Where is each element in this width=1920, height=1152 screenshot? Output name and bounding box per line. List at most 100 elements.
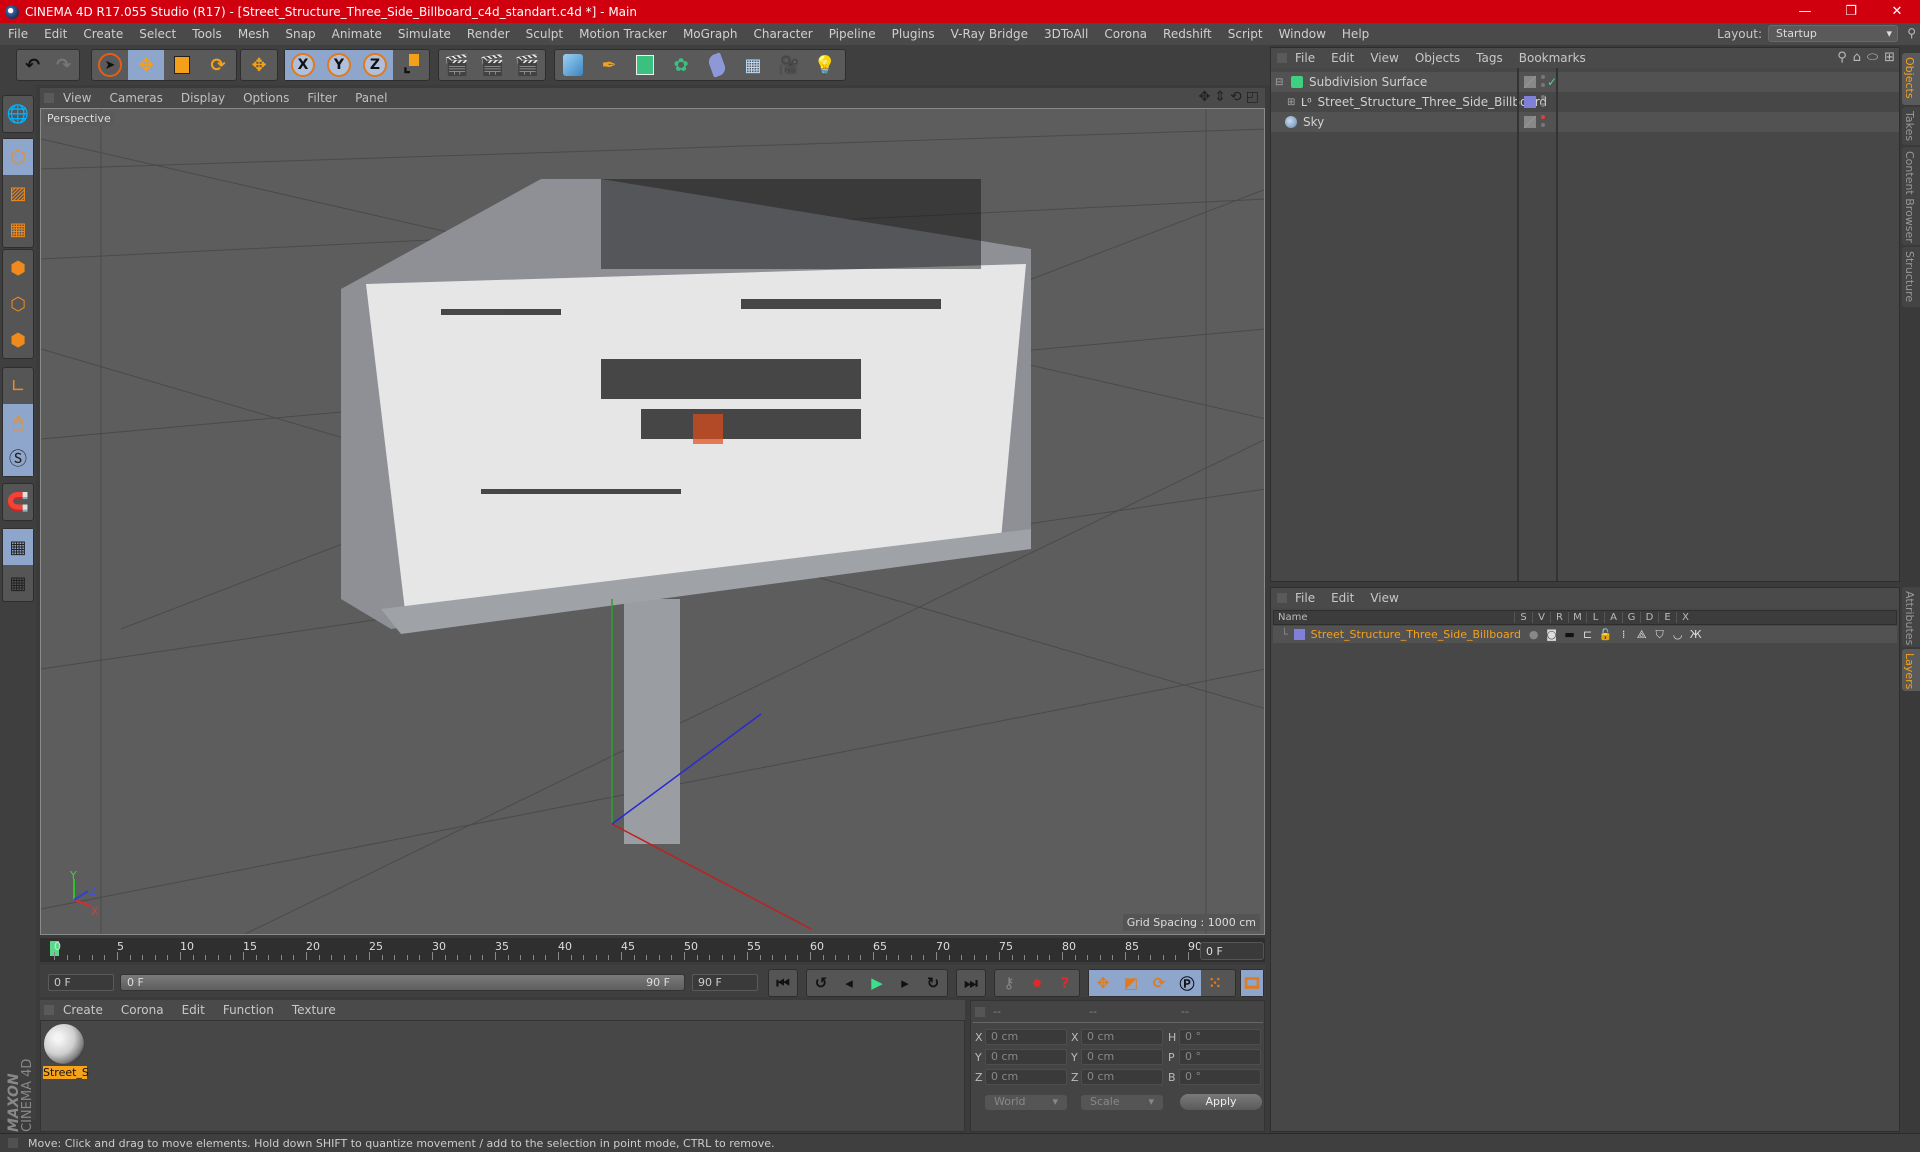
viewport-menu-display[interactable]: Display bbox=[172, 91, 234, 105]
motion-record-icon[interactable]: ⚷ bbox=[995, 970, 1023, 996]
filter-icon[interactable]: ⬭ bbox=[1867, 50, 1878, 65]
key-pla-icon[interactable]: ⁙ bbox=[1201, 970, 1229, 996]
close-button[interactable]: ✕ bbox=[1874, 4, 1920, 19]
magnet-icon[interactable]: 🧲 bbox=[3, 484, 33, 520]
previous-frame-icon[interactable]: ◂ bbox=[835, 970, 863, 996]
size-y-field[interactable]: 0 cm bbox=[1081, 1049, 1163, 1065]
viewport-menu-cameras[interactable]: Cameras bbox=[100, 91, 171, 105]
panel-grip-icon[interactable] bbox=[44, 1005, 54, 1015]
frame-range-slider[interactable]: 0 F 90 F bbox=[120, 974, 685, 991]
rotate-icon[interactable]: ⟳ bbox=[200, 50, 236, 80]
world-coordinate-icon[interactable]: ⌞ bbox=[393, 50, 429, 80]
layer-color-swatch[interactable] bbox=[1524, 96, 1536, 108]
display-tag-icon[interactable] bbox=[1524, 76, 1536, 88]
editor-visibility-dot[interactable] bbox=[1541, 95, 1545, 99]
menu-motion-tracker[interactable]: Motion Tracker bbox=[571, 27, 675, 41]
expressions-toggle-icon[interactable]: ◡ bbox=[1669, 628, 1687, 641]
objects-menu-tags[interactable]: Tags bbox=[1468, 51, 1511, 65]
move-icon[interactable]: ✥ bbox=[128, 50, 164, 80]
object-row-sky[interactable]: Sky bbox=[1271, 112, 1899, 132]
material-menu-corona[interactable]: Corona bbox=[112, 1003, 173, 1017]
light-icon[interactable]: 💡 bbox=[807, 50, 843, 80]
tweak-mode-icon[interactable]: 🖱 bbox=[3, 404, 33, 440]
pen-spline-icon[interactable]: ✒ bbox=[591, 50, 627, 80]
menu-edit[interactable]: Edit bbox=[36, 27, 75, 41]
orbit-view-icon[interactable]: ⟲ bbox=[1230, 89, 1242, 105]
goto-start-icon[interactable]: ⏮ bbox=[769, 970, 797, 996]
play-forward-icon[interactable]: ▶ bbox=[863, 970, 891, 996]
restore-button[interactable]: ❐ bbox=[1828, 4, 1874, 19]
material-menu-create[interactable]: Create bbox=[54, 1003, 112, 1017]
coordinate-mode-dropdown[interactable]: World ▾ bbox=[985, 1095, 1067, 1110]
size-x-field[interactable]: 0 cm bbox=[1081, 1029, 1163, 1045]
axis-mode-icon[interactable]: ∟ bbox=[3, 368, 33, 404]
menu-window[interactable]: Window bbox=[1271, 27, 1334, 41]
column-manager[interactable]: M bbox=[1568, 612, 1586, 623]
menu-tools[interactable]: Tools bbox=[184, 27, 230, 41]
position-z-field[interactable]: 0 cm bbox=[985, 1069, 1067, 1085]
tab-attributes[interactable]: Attributes bbox=[1902, 587, 1920, 647]
rotation-p-field[interactable]: 0 ° bbox=[1179, 1049, 1261, 1065]
column-locked[interactable]: L bbox=[1586, 612, 1604, 623]
polygons-mode-icon[interactable]: ⬢ bbox=[3, 322, 33, 358]
panel-grip-icon[interactable] bbox=[975, 1007, 985, 1017]
z-axis-lock-icon[interactable]: Z bbox=[357, 50, 393, 80]
make-editable-icon[interactable]: 🌐 bbox=[3, 96, 33, 132]
material-swatch[interactable]: Street_S bbox=[43, 1023, 89, 1081]
timeline-window-icon[interactable]: 🎞 bbox=[1241, 970, 1263, 996]
menu-mesh[interactable]: Mesh bbox=[230, 27, 278, 41]
apply-button[interactable]: Apply bbox=[1180, 1094, 1262, 1110]
manager-toggle-icon[interactable]: ⊏ bbox=[1579, 628, 1597, 641]
key-rotation-icon[interactable]: ⟳ bbox=[1145, 970, 1173, 996]
column-render[interactable]: R bbox=[1550, 612, 1568, 623]
menu-3dtoall[interactable]: 3DToAll bbox=[1036, 27, 1096, 41]
pan-view-icon[interactable]: ✥ bbox=[1199, 89, 1211, 105]
model-mode-icon[interactable]: ⬡ bbox=[3, 139, 33, 175]
menu-snap[interactable]: Snap bbox=[277, 27, 323, 41]
select-pointer-icon[interactable]: ➤ bbox=[92, 50, 128, 80]
search-icon[interactable]: ⚲ bbox=[1907, 26, 1916, 40]
column-divider[interactable] bbox=[1556, 68, 1558, 581]
menu-vray-bridge[interactable]: V-Ray Bridge bbox=[943, 27, 1036, 41]
end-frame-field[interactable]: 90 F bbox=[692, 974, 758, 991]
autokeying-icon[interactable]: ? bbox=[1051, 970, 1079, 996]
live-selection-icon[interactable]: ✥ bbox=[241, 50, 277, 80]
objects-menu-file[interactable]: File bbox=[1287, 51, 1323, 65]
maximize-view-icon[interactable]: ◰ bbox=[1246, 89, 1259, 105]
render-toggle-icon[interactable]: ▬ bbox=[1561, 628, 1579, 641]
viewport-menu-options[interactable]: Options bbox=[234, 91, 298, 105]
layers-menu-edit[interactable]: Edit bbox=[1323, 591, 1362, 605]
redo-icon[interactable]: ↷ bbox=[48, 50, 79, 80]
menu-file[interactable]: File bbox=[0, 27, 36, 41]
panel-grip-icon[interactable] bbox=[1277, 593, 1287, 603]
workplane-align-icon[interactable]: ▦ bbox=[3, 565, 33, 601]
column-animation[interactable]: A bbox=[1604, 612, 1622, 623]
subdivision-icon[interactable] bbox=[627, 50, 663, 80]
objects-menu-bookmarks[interactable]: Bookmarks bbox=[1511, 51, 1594, 65]
expand-icon[interactable]: ⊞ bbox=[1287, 97, 1297, 108]
rotation-b-field[interactable]: 0 ° bbox=[1179, 1069, 1261, 1085]
editor-visibility-dot[interactable] bbox=[1541, 115, 1545, 119]
objects-menu-edit[interactable]: Edit bbox=[1323, 51, 1362, 65]
menu-script[interactable]: Script bbox=[1220, 27, 1271, 41]
edges-mode-icon[interactable]: ⬡ bbox=[3, 286, 33, 322]
cube-icon[interactable] bbox=[555, 50, 591, 80]
menu-create[interactable]: Create bbox=[75, 27, 131, 41]
solo-toggle-icon[interactable]: ● bbox=[1525, 628, 1543, 641]
objects-menu-view[interactable]: View bbox=[1362, 51, 1406, 65]
panel-grip-icon[interactable] bbox=[44, 93, 54, 103]
current-frame-field[interactable]: 0 F bbox=[1200, 942, 1264, 960]
layout-dropdown[interactable]: Startup ▾ bbox=[1768, 25, 1898, 42]
render-view-icon[interactable]: 🎬 bbox=[439, 50, 474, 80]
panel-grip-icon[interactable] bbox=[1277, 53, 1287, 63]
menu-render[interactable]: Render bbox=[459, 27, 518, 41]
menu-simulate[interactable]: Simulate bbox=[390, 27, 459, 41]
menu-pipeline[interactable]: Pipeline bbox=[821, 27, 884, 41]
column-expressions[interactable]: E bbox=[1658, 612, 1676, 623]
viewport-menu-view[interactable]: View bbox=[54, 91, 100, 105]
next-key-icon[interactable]: ↻ bbox=[919, 970, 947, 996]
display-tag-icon[interactable] bbox=[1524, 116, 1536, 128]
column-divider[interactable] bbox=[1517, 68, 1519, 581]
search-icon[interactable]: ⚲ bbox=[1837, 50, 1847, 65]
minimize-button[interactable]: — bbox=[1782, 4, 1828, 19]
